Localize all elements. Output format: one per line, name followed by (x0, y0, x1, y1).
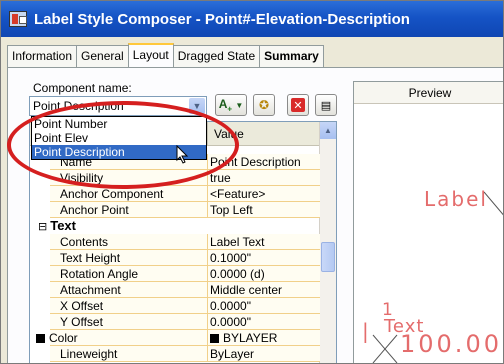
tab-layout[interactable]: Layout (127, 43, 174, 67)
tab-information[interactable]: Information (7, 45, 78, 67)
text-component-icon: A+ ▼ (218, 96, 244, 114)
scroll-thumb[interactable] (321, 242, 335, 272)
property-name: Contents (60, 235, 109, 249)
color-swatch-icon (36, 334, 45, 343)
property-name: Text Height (60, 251, 121, 265)
property-name: Anchor Point (60, 203, 129, 217)
text-section-label: Text (50, 218, 76, 233)
tab-strip: Information General Layout Dragged State… (7, 43, 324, 67)
color-swatch-icon (210, 334, 219, 343)
text-section-header[interactable]: ⊟ Text (30, 218, 320, 234)
mouse-cursor-icon (176, 145, 189, 164)
property-value[interactable]: true (207, 170, 320, 186)
grid-row-y-offset[interactable]: Y Offset 0.0000" (30, 314, 320, 330)
property-value[interactable]: <Feature> (207, 186, 320, 202)
property-value[interactable]: Middle center (207, 282, 320, 298)
grid-row-anchor-component[interactable]: Anchor Component <Feature> (30, 186, 320, 202)
app-icon (9, 11, 27, 27)
preview-elevation-text: 100.00 (400, 330, 502, 358)
grid-row-color[interactable]: Color BYLAYER (30, 330, 320, 346)
tab-general[interactable]: General (76, 45, 129, 67)
label-style-composer-window: Label Style Composer - Point#-Elevation-… (0, 0, 504, 364)
property-name: Y Offset (60, 315, 103, 329)
grid-row-anchor-point[interactable]: Anchor Point Top Left (30, 202, 320, 218)
grid-row-x-offset[interactable]: X Offset 0.0000" (30, 298, 320, 314)
tab-summary[interactable]: Summary (259, 45, 324, 67)
property-value[interactable]: 0.0000" (207, 298, 320, 314)
grid-row-rotation-angle[interactable]: Rotation Angle 0.0000 (d) (30, 266, 320, 282)
property-value[interactable]: 0.1000" (207, 250, 320, 266)
tab-dragged-state[interactable]: Dragged State (172, 45, 261, 67)
preview-point-x-icon (372, 334, 398, 363)
property-name: X Offset (60, 299, 104, 313)
property-name: Lineweight (60, 347, 118, 361)
delete-icon: ✕ (291, 98, 305, 112)
component-name-label: Component name: (33, 81, 132, 95)
copy-component-button[interactable]: ✪ (253, 94, 275, 116)
property-value[interactable]: Top Left (207, 202, 320, 218)
grid-row-attachment[interactable]: Attachment Middle center (30, 282, 320, 298)
draw-order-icon: ▤ (320, 99, 332, 112)
preview-title: Preview (354, 82, 503, 104)
title-bar: Label Style Composer - Point#-Elevation-… (1, 1, 503, 37)
vertical-scrollbar[interactable]: ▲ (319, 122, 336, 363)
preview-marker-icon (484, 191, 503, 216)
scroll-up-icon[interactable]: ▲ (320, 122, 336, 139)
annotation-highlight-ellipse (7, 101, 239, 189)
property-value[interactable]: 0.0000" (207, 314, 320, 330)
property-value: BYLAYER (223, 331, 278, 345)
property-name: Attachment (60, 283, 121, 297)
grid-row-lineweight[interactable]: Lineweight ByLayer (30, 346, 320, 362)
delete-component-button[interactable]: ✕ (287, 94, 309, 116)
component-draw-order-button[interactable]: ▤ (315, 94, 337, 116)
property-name: Rotation Angle (60, 267, 139, 281)
property-name: Color (49, 331, 78, 345)
grid-row-text-height[interactable]: Text Height 0.1000" (30, 250, 320, 266)
property-value[interactable]: ByLayer (207, 346, 320, 362)
preview-label-text: Label (424, 187, 488, 211)
property-value[interactable]: 0.0000 (d) (207, 266, 320, 282)
preview-pane: Preview Label | 1 Text 100.00 (353, 81, 503, 363)
window-title: Label Style Composer - Point#-Elevation-… (34, 10, 410, 28)
grid-row-contents[interactable]: Contents Label Text (30, 234, 320, 250)
create-text-component-button[interactable]: A+ ▼ (215, 94, 247, 116)
preview-point-marker: | (362, 319, 369, 343)
copy-component-icon: ✪ (258, 98, 270, 112)
collapse-icon[interactable]: ⊟ (38, 221, 47, 233)
property-value[interactable]: Label Text (207, 234, 320, 250)
